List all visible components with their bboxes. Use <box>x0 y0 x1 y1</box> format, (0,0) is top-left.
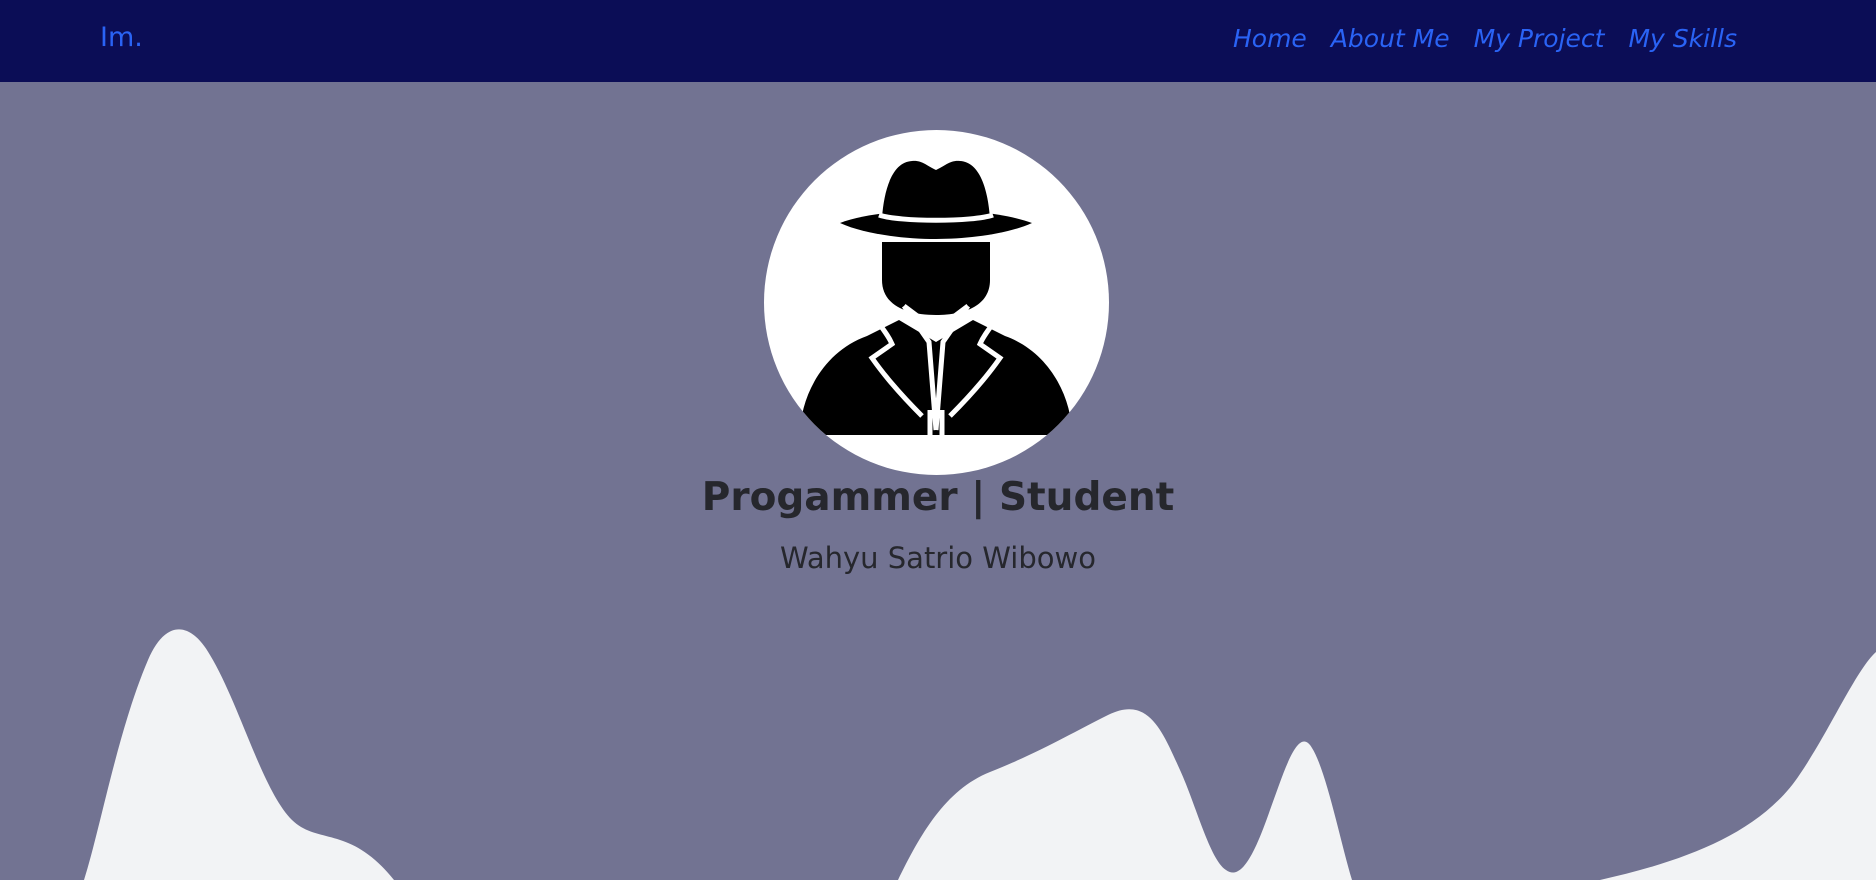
nav-link-about-me[interactable]: About Me <box>1331 24 1450 53</box>
hero-headline: Progammer | Student <box>701 475 1175 520</box>
brand-logo-link[interactable]: Im. <box>100 22 143 53</box>
nav-link-my-skills[interactable]: My Skills <box>1628 24 1737 53</box>
wave-shape <box>898 709 1352 880</box>
spy-detective-icon <box>800 160 1072 435</box>
nav-link-home[interactable]: Home <box>1233 24 1307 53</box>
decorative-wave-background <box>84 629 1876 880</box>
wave-shape <box>84 629 394 880</box>
profile-avatar <box>764 130 1109 475</box>
wave-shape <box>1600 652 1876 880</box>
top-navbar: Im. Home About Me My Project My Skills <box>0 0 1876 82</box>
nav-links: Home About Me My Project My Skills <box>1233 24 1737 53</box>
nav-link-my-project[interactable]: My Project <box>1474 24 1605 53</box>
hero-name: Wahyu Satrio Wibowo <box>780 541 1096 575</box>
